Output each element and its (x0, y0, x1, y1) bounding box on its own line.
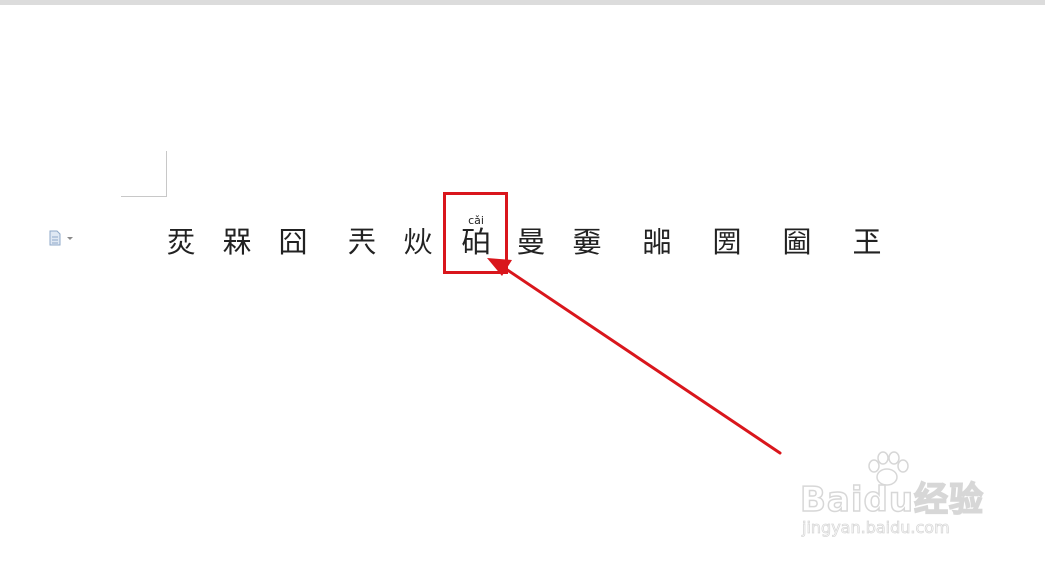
text-character[interactable]: 嫑 (569, 224, 605, 260)
baidu-jingyan-watermark: Baidu经验 jingyan.baidu.com (799, 450, 1000, 550)
top-border (0, 0, 1045, 5)
watermark-logo-text: Baidu经验 (799, 479, 985, 521)
text-character[interactable]: 槑 (219, 224, 255, 260)
text-character[interactable]: 圐 (709, 224, 745, 260)
text-character[interactable]: 炏 (400, 224, 436, 260)
text-character[interactable]: 兲 (344, 224, 380, 260)
text-character[interactable]: 烎 (163, 224, 199, 260)
text-character[interactable]: 嘂 (639, 224, 675, 260)
text-character[interactable]: 圙 (779, 224, 815, 260)
text-character[interactable]: 玊 (849, 224, 885, 260)
highlight-box (443, 192, 508, 274)
page-margin-corner-mark (121, 151, 167, 197)
watermark-url: jingyan.baidu.com (802, 518, 950, 538)
document-page: 烎 槑 囧 兲 炏 砶 曼 嫑 嘂 圐 圙 玊 cǎi Baidu经验 jing… (0, 0, 1045, 565)
document-options-icon[interactable] (48, 229, 78, 247)
text-character[interactable]: 囧 (275, 224, 311, 260)
text-character[interactable]: 曼 (513, 224, 549, 260)
